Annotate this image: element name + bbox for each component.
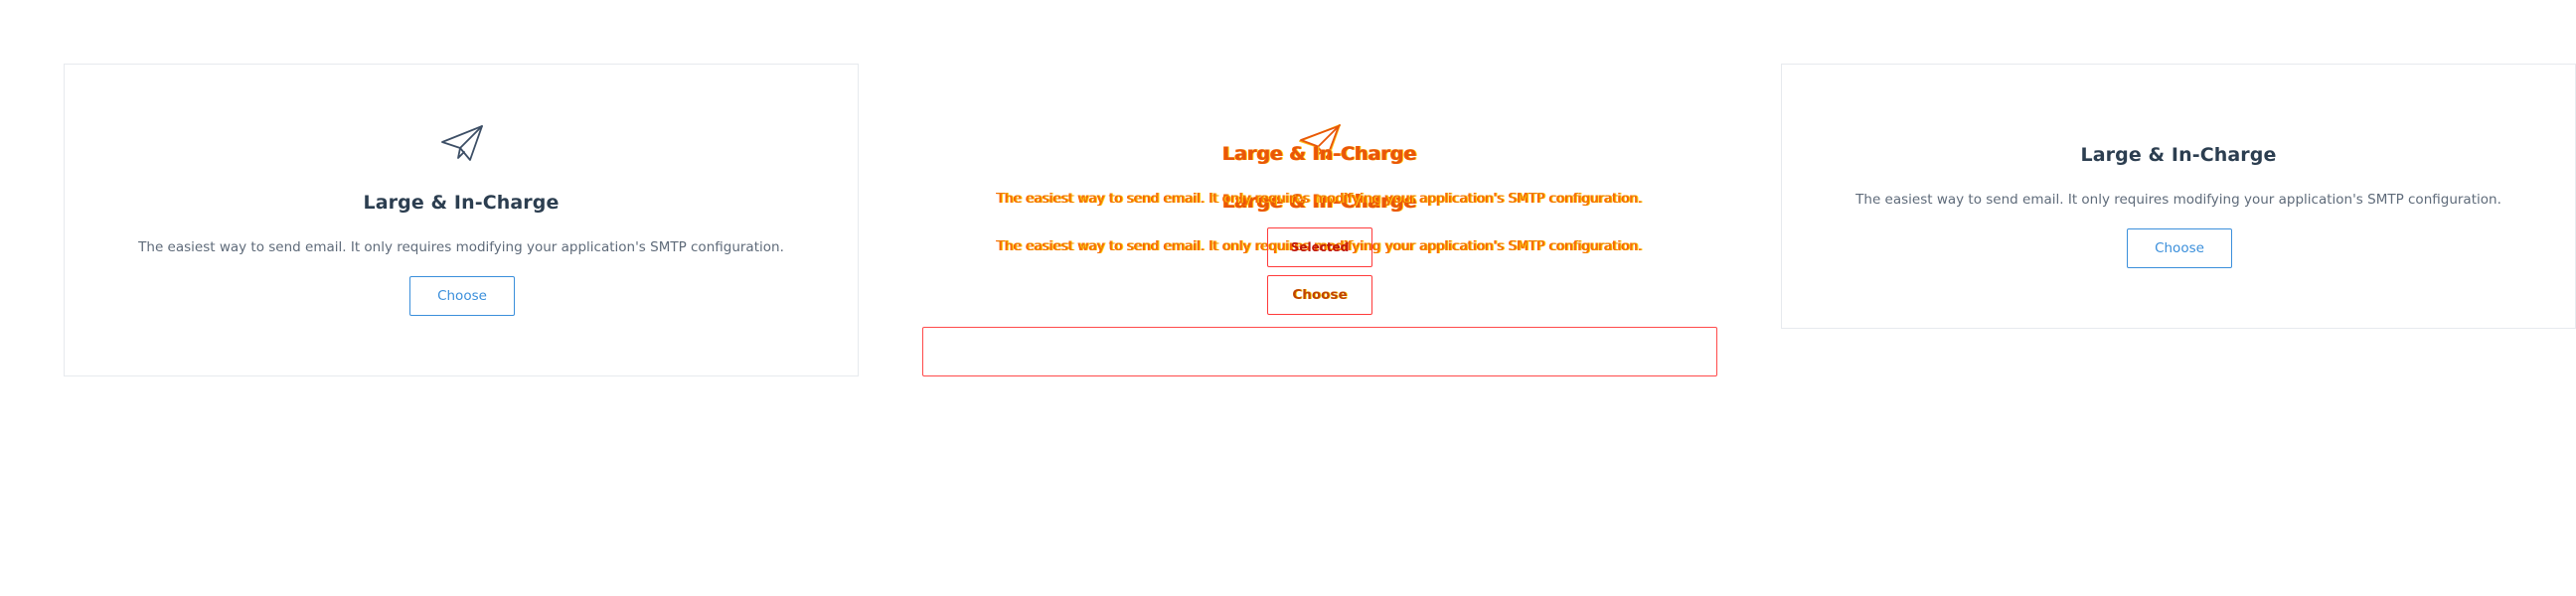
plan-title: Large & In-Charge — [2080, 144, 2277, 166]
plan-card-middle: Large & In-Charge Large & In-Charge The … — [922, 64, 1717, 376]
paper-plane-icon — [440, 124, 484, 164]
plan-card-left: Large & In-Charge The easiest way to sen… — [64, 64, 859, 376]
choose-button[interactable]: Choose — [1267, 275, 1372, 315]
plan-description: The easiest way to send email. It only r… — [997, 191, 1643, 207]
plan-title: Large & In-Charge — [1222, 143, 1417, 165]
plan-description: The easiest way to send email. It only r… — [1855, 192, 2501, 208]
plan-card-right: Large & In-Charge The easiest way to sen… — [1781, 64, 2576, 329]
plan-description: The easiest way to send email. It only r… — [138, 239, 784, 255]
choose-button[interactable]: Choose — [2127, 228, 2232, 268]
selected-button[interactable]: Selected — [1267, 227, 1372, 267]
highlight-frame — [922, 327, 1717, 376]
plan-title: Large & In-Charge — [363, 192, 560, 214]
choose-button[interactable]: Choose — [409, 276, 515, 316]
